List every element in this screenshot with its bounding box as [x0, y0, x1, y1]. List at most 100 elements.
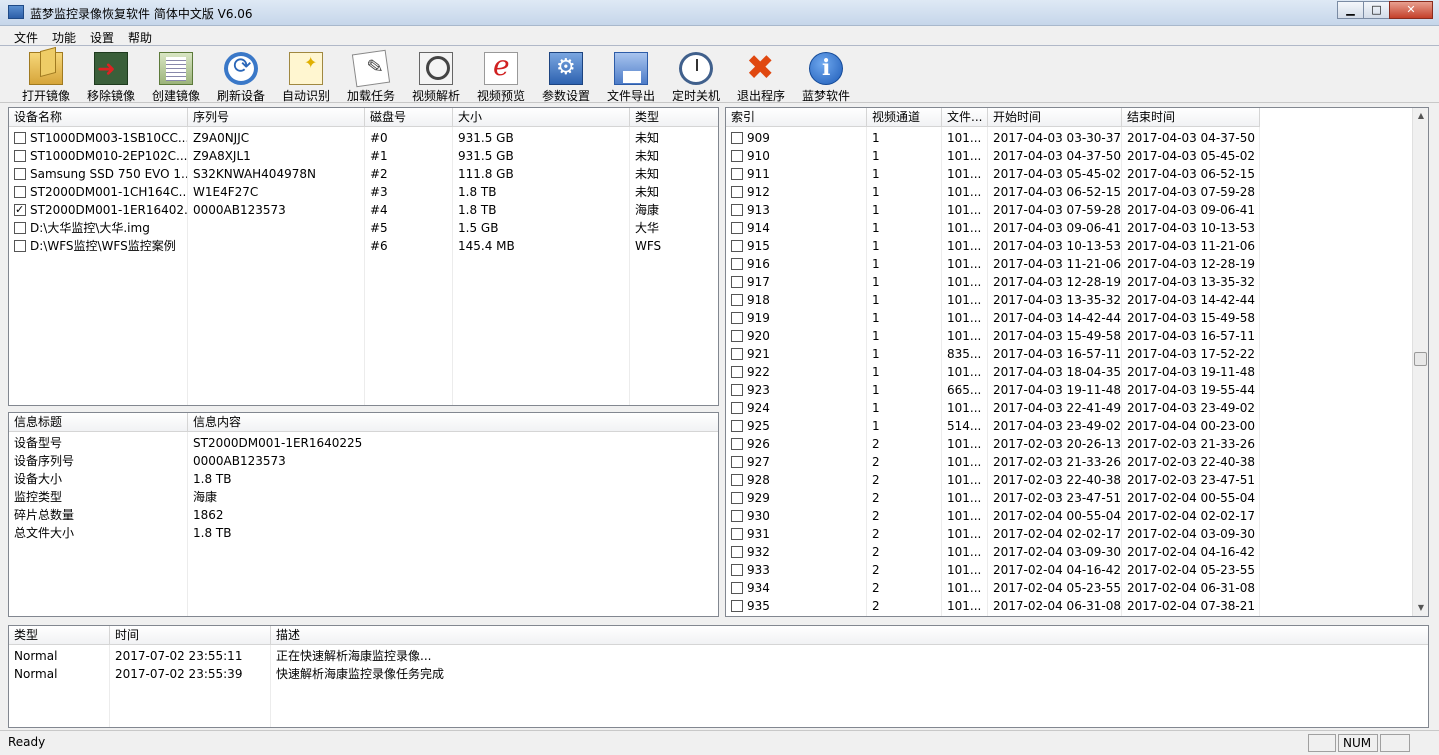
row-checkbox[interactable] [731, 420, 743, 432]
row-checkbox[interactable] [731, 348, 743, 360]
row-checkbox[interactable] [731, 600, 743, 612]
toolbar-button-exit[interactable]: 退出程序 [729, 48, 793, 103]
video-list-scrollbar[interactable]: ▲ ▼ [1412, 108, 1428, 616]
table-row[interactable]: 917 1 101... 2017-04-03 12-28-19 2017-04-03 … [726, 273, 1260, 291]
table-row[interactable]: 碎片总数量 1862 [9, 506, 718, 524]
row-checkbox[interactable] [14, 150, 26, 162]
table-row[interactable]: 923 1 665... 2017-04-03 19-11-48 2017-04-03 … [726, 381, 1260, 399]
table-row[interactable]: 921 1 835... 2017-04-03 16-57-11 2017-04-03 … [726, 345, 1260, 363]
row-checkbox[interactable] [731, 474, 743, 486]
scroll-up-icon[interactable]: ▲ [1413, 108, 1428, 124]
scroll-down-icon[interactable]: ▼ [1413, 600, 1428, 616]
column-header[interactable]: 文件... [942, 108, 988, 127]
table-row[interactable]: 926 2 101... 2017-02-03 20-26-13 2017-02-03 … [726, 435, 1260, 453]
maximize-button[interactable]: □ [1363, 1, 1390, 19]
close-button[interactable]: ✕ [1389, 1, 1433, 19]
menu-help[interactable]: 帮助 [128, 29, 152, 46]
table-row[interactable]: 935 2 101... 2017-02-04 06-31-08 2017-02-04 … [726, 597, 1260, 615]
row-checkbox[interactable] [731, 366, 743, 378]
minimize-button[interactable]: ▁ [1337, 1, 1364, 19]
table-row[interactable]: D:\WFS监控\WFS监控案例 #6 145.4 MB WFS [9, 237, 718, 255]
toolbar-button-timer-shutdown[interactable]: 定时关机 [664, 50, 728, 103]
row-checkbox[interactable] [731, 168, 743, 180]
table-row[interactable]: 914 1 101... 2017-04-03 09-06-41 2017-04-03 … [726, 219, 1260, 237]
column-header[interactable]: 索引 [726, 108, 867, 127]
table-row[interactable]: 监控类型 海康 [9, 488, 718, 506]
column-header[interactable]: 设备名称 [9, 108, 188, 127]
row-checkbox[interactable] [14, 201, 26, 219]
row-checkbox[interactable] [731, 492, 743, 504]
table-row[interactable]: ST1000DM003-1SB10CC... Z9A0NJJC #0 931.5 GB… [9, 129, 718, 147]
table-row[interactable]: Normal 2017-07-02 23:55:11 正在快速解析海康监控录像... [9, 647, 1428, 665]
row-checkbox[interactable] [731, 528, 743, 540]
row-checkbox[interactable] [731, 582, 743, 594]
table-row[interactable]: 设备型号 ST2000DM001-1ER1640225 [9, 434, 718, 452]
toolbar-button-remove-image[interactable]: 移除镜像 [79, 50, 143, 103]
row-checkbox[interactable] [731, 258, 743, 270]
column-header[interactable]: 时间 [110, 626, 271, 645]
row-checkbox[interactable] [731, 402, 743, 414]
row-checkbox[interactable] [14, 186, 26, 198]
table-row[interactable]: 918 1 101... 2017-04-03 13-35-32 2017-04-03 … [726, 291, 1260, 309]
row-checkbox[interactable] [731, 456, 743, 468]
column-header[interactable]: 信息内容 [188, 413, 718, 432]
column-header[interactable]: 描述 [271, 626, 1428, 645]
table-row[interactable]: 932 2 101... 2017-02-04 03-09-30 2017-02-04 … [726, 543, 1260, 561]
table-row[interactable]: 930 2 101... 2017-02-04 00-55-04 2017-02-04 … [726, 507, 1260, 525]
column-header[interactable]: 大小 [453, 108, 630, 127]
table-row[interactable]: 922 1 101... 2017-04-03 18-04-35 2017-04-03 … [726, 363, 1260, 381]
toolbar-button-about[interactable]: 蓝梦软件 [794, 50, 858, 103]
table-row[interactable]: 924 1 101... 2017-04-03 22-41-49 2017-04-03 … [726, 399, 1260, 417]
table-row[interactable]: 911 1 101... 2017-04-03 05-45-02 2017-04-03 … [726, 165, 1260, 183]
table-row[interactable]: 912 1 101... 2017-04-03 06-52-15 2017-04-03 … [726, 183, 1260, 201]
row-checkbox[interactable] [14, 168, 26, 180]
table-row[interactable]: 915 1 101... 2017-04-03 10-13-53 2017-04-03 … [726, 237, 1260, 255]
menu-settings[interactable]: 设置 [90, 29, 114, 46]
toolbar-button-video-parse[interactable]: 视频解析 [404, 50, 468, 103]
table-row[interactable]: 931 2 101... 2017-02-04 02-02-17 2017-02-04 … [726, 525, 1260, 543]
column-header[interactable]: 类型 [9, 626, 110, 645]
row-checkbox[interactable] [14, 222, 26, 234]
column-header[interactable]: 视频通道 [867, 108, 942, 127]
menu-file[interactable]: 文件 [14, 29, 38, 46]
table-row[interactable]: 928 2 101... 2017-02-03 22-40-38 2017-02-03 … [726, 471, 1260, 489]
row-checkbox[interactable] [731, 132, 743, 144]
column-header[interactable]: 类型 [630, 108, 718, 127]
menu-function[interactable]: 功能 [52, 29, 76, 46]
table-row[interactable]: ST2000DM001-1CH164C... W1E4F27C #3 1.8 TB 未知 [9, 183, 718, 201]
toolbar-button-settings[interactable]: 参数设置 [534, 50, 598, 103]
table-row[interactable]: 设备序列号 0000AB123573 [9, 452, 718, 470]
row-checkbox[interactable] [731, 510, 743, 522]
row-checkbox[interactable] [731, 186, 743, 198]
column-header[interactable]: 序列号 [188, 108, 365, 127]
table-row[interactable]: 927 2 101... 2017-02-03 21-33-26 2017-02-03 … [726, 453, 1260, 471]
toolbar-button-create-image[interactable]: 创建镜像 [144, 50, 208, 103]
table-row[interactable]: D:\大华监控\大华.img #5 1.5 GB 大华 [9, 219, 718, 237]
table-row[interactable]: 925 1 514... 2017-04-03 23-49-02 2017-04-04 … [726, 417, 1260, 435]
row-checkbox[interactable] [731, 312, 743, 324]
row-checkbox[interactable] [731, 546, 743, 558]
toolbar-button-auto-detect[interactable]: 自动识别 [274, 50, 338, 103]
table-row[interactable]: ST2000DM001-1ER16402... 0000AB123573 #4 1.8… [9, 201, 718, 219]
toolbar-button-file-export[interactable]: 文件导出 [599, 50, 663, 103]
row-checkbox[interactable] [14, 132, 26, 144]
column-header[interactable]: 开始时间 [988, 108, 1122, 127]
column-header[interactable]: 信息标题 [9, 413, 188, 432]
table-row[interactable]: 910 1 101... 2017-04-03 04-37-50 2017-04-03 … [726, 147, 1260, 165]
table-row[interactable]: 933 2 101... 2017-02-04 04-16-42 2017-02-04 … [726, 561, 1260, 579]
table-row[interactable]: 913 1 101... 2017-04-03 07-59-28 2017-04-03 … [726, 201, 1260, 219]
toolbar-button-open-image[interactable]: 打开镜像 [14, 50, 78, 103]
row-checkbox[interactable] [731, 294, 743, 306]
row-checkbox[interactable] [731, 276, 743, 288]
column-header[interactable]: 磁盘号 [365, 108, 453, 127]
table-row[interactable]: 934 2 101... 2017-02-04 05-23-55 2017-02-04 … [726, 579, 1260, 597]
toolbar-button-refresh-device[interactable]: 刷新设备 [209, 50, 273, 103]
row-checkbox[interactable] [731, 438, 743, 450]
row-checkbox[interactable] [14, 240, 26, 252]
row-checkbox[interactable] [731, 384, 743, 396]
row-checkbox[interactable] [731, 330, 743, 342]
scroll-thumb[interactable] [1414, 352, 1427, 366]
table-row[interactable]: 916 1 101... 2017-04-03 11-21-06 2017-04-03 … [726, 255, 1260, 273]
table-row[interactable]: 920 1 101... 2017-04-03 15-49-58 2017-04-03 … [726, 327, 1260, 345]
row-checkbox[interactable] [731, 150, 743, 162]
